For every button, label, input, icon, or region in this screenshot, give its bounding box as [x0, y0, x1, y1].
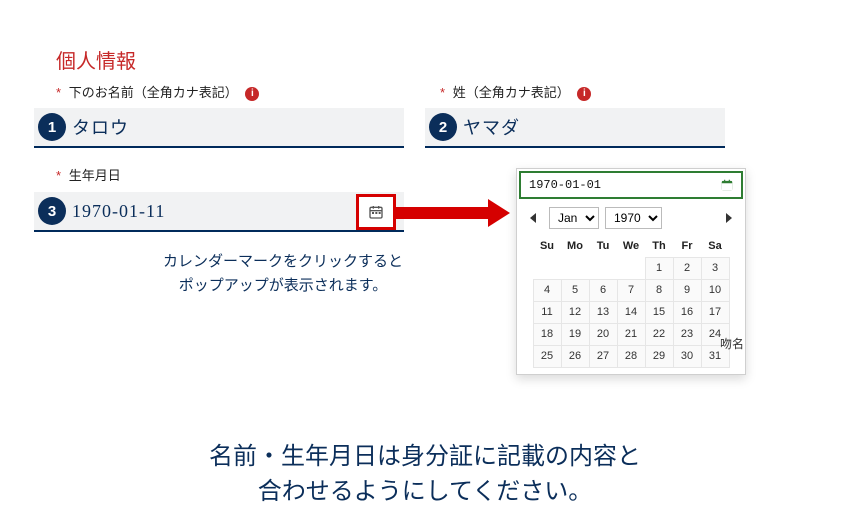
datepicker-input[interactable] [527, 177, 719, 193]
weekday-header: Th [645, 235, 673, 257]
calendar-day-cell[interactable]: 13 [589, 301, 617, 323]
calendar-day-cell[interactable]: 27 [589, 345, 617, 367]
dob-label: * 生年月日 [56, 165, 121, 184]
calendar-day-cell[interactable]: 17 [701, 301, 729, 323]
calendar-day-cell[interactable]: 7 [617, 279, 645, 301]
calendar-day-cell[interactable]: 6 [589, 279, 617, 301]
step-badge-2: 2 [429, 113, 457, 141]
calendar-day-cell[interactable]: 16 [673, 301, 701, 323]
calendar-day-cell[interactable]: 14 [617, 301, 645, 323]
calendar-day-cell[interactable]: 26 [561, 345, 589, 367]
calendar-blank-cell [589, 257, 617, 279]
calendar-day-cell[interactable]: 4 [533, 279, 561, 301]
chevron-left-icon [530, 213, 538, 223]
calendar-day-cell[interactable]: 15 [645, 301, 673, 323]
calendar-day-cell[interactable]: 20 [589, 323, 617, 345]
calendar-day-cell[interactable]: 5 [561, 279, 589, 301]
calendar-day-cell[interactable]: 22 [645, 323, 673, 345]
dob-label-text: 生年月日 [69, 168, 121, 183]
hint-line2: ポップアップが表示されます。 [128, 274, 438, 298]
calendar-day-cell[interactable]: 12 [561, 301, 589, 323]
calendar-day-cell[interactable]: 18 [533, 323, 561, 345]
weekday-header: Fr [673, 235, 701, 257]
info-icon[interactable]: i [245, 87, 259, 101]
last-name-label: * 姓（全角カナ表記） i [440, 82, 591, 101]
prev-month-button[interactable] [525, 209, 543, 227]
calendar-day-cell[interactable]: 10 [701, 279, 729, 301]
datepicker-popup: Jan 1970 SuMoTuWeThFrSa 1234567891011121… [516, 168, 746, 375]
info-icon[interactable]: i [577, 87, 591, 101]
bottom-note: 名前・生年月日は身分証に記載の内容と 合わせるようにしてください。 [0, 440, 850, 510]
last-name-label-text: 姓（全角カナ表記） [453, 85, 570, 100]
first-name-label-text: 下のお名前（全角カナ表記） [69, 85, 238, 100]
calendar-blank-cell [533, 257, 561, 279]
calendar-day-cell[interactable]: 8 [645, 279, 673, 301]
annotation-arrow [396, 207, 491, 219]
step-badge-1: 1 [38, 113, 66, 141]
dob-value: 1970-01-11 [72, 201, 404, 222]
datepicker-nav: Jan 1970 [517, 201, 745, 233]
calendar-day-cell[interactable]: 28 [617, 345, 645, 367]
weekday-header: Mo [561, 235, 589, 257]
last-name-field[interactable]: 2 ヤマダ [425, 108, 725, 148]
last-name-value: ヤマダ [463, 114, 725, 140]
weekday-header: Tu [589, 235, 617, 257]
hint-line1: カレンダーマークをクリックすると [128, 250, 438, 274]
first-name-field[interactable]: 1 タロウ [34, 108, 404, 148]
calendar-day-cell[interactable]: 9 [673, 279, 701, 301]
next-month-button[interactable] [719, 209, 737, 227]
calendar-icon [368, 204, 384, 220]
calendar-blank-cell [561, 257, 589, 279]
calendar-day-cell[interactable]: 3 [701, 257, 729, 279]
section-title: 個人情報 [56, 45, 136, 74]
weekday-header: We [617, 235, 645, 257]
calendar-day-cell[interactable]: 21 [617, 323, 645, 345]
calendar-icon[interactable] [719, 177, 735, 193]
weekday-header: Sa [701, 235, 729, 257]
required-star: * [56, 85, 61, 100]
calendar-button[interactable] [356, 194, 396, 230]
calendar-day-cell[interactable]: 30 [673, 345, 701, 367]
calendar-day-cell[interactable]: 2 [673, 257, 701, 279]
annotation-arrow-head [488, 199, 510, 227]
calendar-day-cell[interactable]: 29 [645, 345, 673, 367]
weekday-header: Su [533, 235, 561, 257]
year-select[interactable]: 1970 [605, 207, 662, 229]
first-name-value: タロウ [72, 114, 404, 140]
calendar-day-cell[interactable]: 19 [561, 323, 589, 345]
note-line1: 名前・生年月日は身分証に記載の内容と [0, 440, 850, 475]
dob-field[interactable]: 3 1970-01-11 [34, 192, 404, 232]
first-name-label: * 下のお名前（全角カナ表記） i [56, 82, 259, 101]
chevron-right-icon [724, 213, 732, 223]
calendar-blank-cell [617, 257, 645, 279]
calendar-day-cell[interactable]: 23 [673, 323, 701, 345]
calendar-day-cell[interactable]: 1 [645, 257, 673, 279]
step-badge-3: 3 [38, 197, 66, 225]
calendar-day-cell[interactable]: 25 [533, 345, 561, 367]
note-line2: 合わせるようにしてください。 [0, 475, 850, 510]
calendar-day-cell[interactable]: 11 [533, 301, 561, 323]
month-select[interactable]: Jan [549, 207, 599, 229]
required-star: * [440, 85, 445, 100]
datepicker-input-wrap [519, 171, 743, 199]
calendar-grid: SuMoTuWeThFrSa 1234567891011121314151617… [533, 235, 730, 368]
required-star: * [56, 168, 61, 183]
hint-text: カレンダーマークをクリックすると ポップアップが表示されます。 [128, 250, 438, 298]
truncated-label: 吻名 [720, 335, 744, 352]
